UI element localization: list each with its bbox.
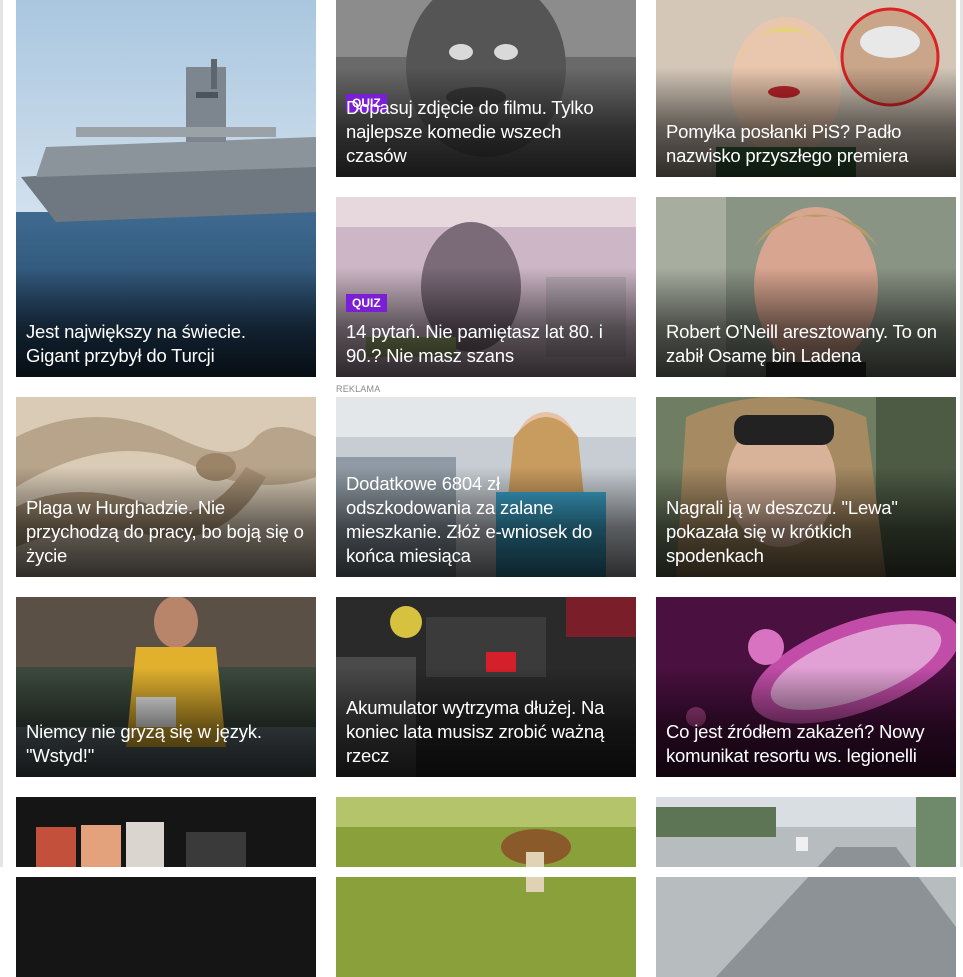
article-card-legionella[interactable]: Co jest źródłem zakażeń? Nowy komunikat …	[656, 597, 956, 777]
article-card-battery[interactable]: Akumulator wytrzyma dłużej. Na koniec la…	[336, 597, 636, 777]
quiz-badge: QUIZ	[346, 294, 387, 312]
article-card-highway[interactable]	[656, 797, 956, 977]
headline: Dopasuj zdjęcie do filmu. Tylko najlepsz…	[346, 97, 594, 166]
headline: 14 pytań. Nie pamiętasz lat 80. i 90.? N…	[346, 321, 603, 366]
article-card-aircraft-carrier[interactable]: Jest największy na świecie. Gigant przyb…	[16, 0, 316, 377]
bottom-strip	[0, 867, 963, 877]
article-card-gallery[interactable]	[16, 797, 316, 977]
gallery-image	[16, 797, 316, 977]
headline: Nagrali ją w deszczu. "Lewa" pokazała si…	[666, 497, 898, 566]
headline: Dodatkowe 6804 zł odszkodowania za zalan…	[346, 473, 593, 566]
article-card-quiz-movies[interactable]: QUIZ Dopasuj zdjęcie do filmu. Tylko naj…	[336, 0, 636, 177]
headline: Jest największy na świecie. Gigant przyb…	[26, 321, 246, 366]
headline: Co jest źródłem zakażeń? Nowy komunikat …	[666, 721, 925, 766]
headline: Plaga w Hurghadzie. Nie przychodzą do pr…	[26, 497, 304, 566]
article-card-quiz-80s[interactable]: QUIZ 14 pytań. Nie pamiętasz lat 80. i 9…	[336, 197, 636, 377]
ad-label: REKLAMA	[336, 384, 381, 394]
article-card-germans[interactable]: Niemcy nie gryzą się w język. "Wstyd!"	[16, 597, 316, 777]
headline: Robert O'Neill aresztowany. To on zabił …	[666, 321, 937, 366]
article-card-mushroom[interactable]	[336, 797, 636, 977]
article-card-hurghada[interactable]: Plaga w Hurghadzie. Nie przychodzą do pr…	[16, 397, 316, 577]
article-card-compensation[interactable]: Dodatkowe 6804 zł odszkodowania za zalan…	[336, 397, 636, 577]
headline: Pomyłka posłanki PiS? Padło nazwisko prz…	[666, 121, 909, 166]
mushroom-image	[336, 797, 636, 977]
article-card-rain[interactable]: Nagrali ją w deszczu. "Lewa" pokazała si…	[656, 397, 956, 577]
highway-image	[656, 797, 956, 977]
article-card-oneill[interactable]: Robert O'Neill aresztowany. To on zabił …	[656, 197, 956, 377]
left-border	[0, 0, 3, 877]
headline: Akumulator wytrzyma dłużej. Na koniec la…	[346, 697, 605, 766]
headline: Niemcy nie gryzą się w język. "Wstyd!"	[26, 721, 262, 766]
article-card-politics[interactable]: Pomyłka posłanki PiS? Padło nazwisko prz…	[656, 0, 956, 177]
